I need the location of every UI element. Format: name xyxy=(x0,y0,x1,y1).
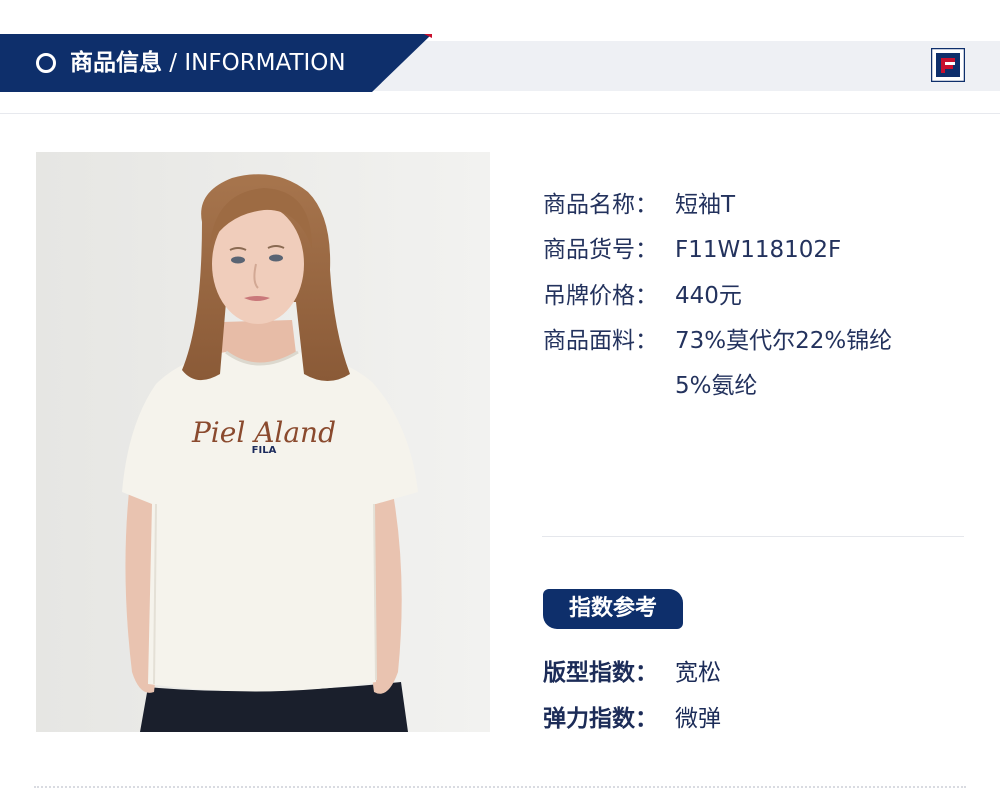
section-divider xyxy=(542,536,964,537)
shirt-brand-print: FILA xyxy=(252,445,277,456)
info-value: 73%莫代尔22%锦纶 xyxy=(675,328,893,354)
info-value: F11W118102F xyxy=(675,237,842,263)
section-title-cn: 商品信息 xyxy=(70,50,162,76)
section-title-sep: / xyxy=(162,50,185,76)
circle-icon xyxy=(36,53,56,73)
product-photo: Piel Aland FILA xyxy=(36,152,490,732)
bottom-divider xyxy=(34,786,966,788)
info-label: 商品名称： xyxy=(543,192,658,218)
section-title-en: INFORMATION xyxy=(184,50,346,76)
header-divider xyxy=(0,113,1000,114)
info-label: 商品面料： xyxy=(543,328,658,354)
index-value: 微弹 xyxy=(675,706,721,732)
fila-logo-icon xyxy=(930,47,966,83)
info-value: 短袖T xyxy=(675,192,736,218)
index-value: 宽松 xyxy=(675,660,721,686)
info-label: 吊牌价格： xyxy=(543,283,658,309)
info-value: 440元 xyxy=(675,283,742,309)
section-title: 商品信息 / INFORMATION xyxy=(70,48,346,78)
info-label: 商品货号： xyxy=(543,237,658,263)
index-badge: 指数参考 xyxy=(543,589,683,629)
index-label: 弹力指数： xyxy=(543,706,658,732)
index-label: 版型指数： xyxy=(543,660,658,686)
info-value: 5%氨纶 xyxy=(675,373,758,399)
